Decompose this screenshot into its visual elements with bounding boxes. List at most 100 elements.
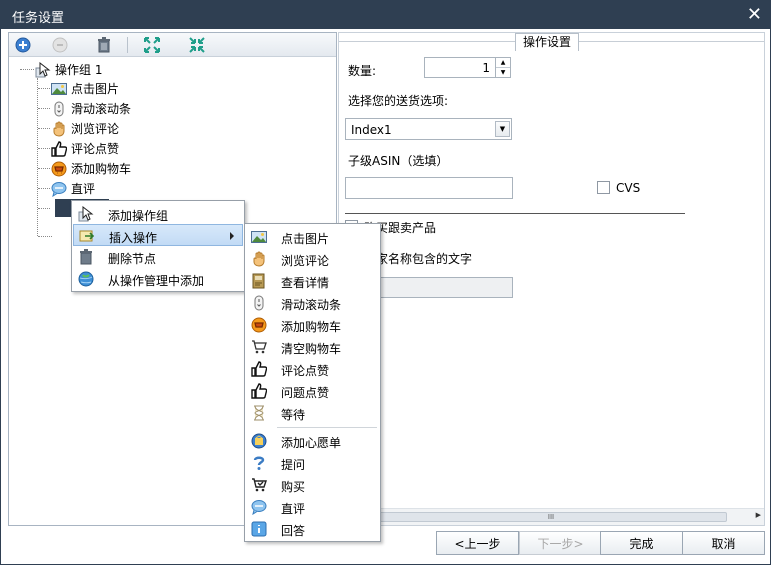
shipping-option-label: 选择您的送货选项: bbox=[348, 94, 449, 108]
quantity-value[interactable]: 1 bbox=[482, 61, 490, 75]
chat-bubble-icon bbox=[251, 499, 267, 515]
submenu-item-label: 清空购物车 bbox=[281, 342, 342, 356]
tree-node-click-image[interactable]: 点击图片 bbox=[51, 79, 119, 98]
child-asin-label: 子级ASIN（选填） bbox=[348, 154, 449, 168]
stepper-up-icon[interactable]: ▲ bbox=[496, 58, 510, 67]
menu-item-add-group[interactable]: 添加操作组 bbox=[73, 203, 243, 225]
submenu-item-direct-review[interactable]: 直评 bbox=[246, 496, 379, 518]
submenu-item-wait[interactable]: 等待 bbox=[246, 402, 379, 424]
submenu-item-view-details[interactable]: 查看详情 bbox=[246, 270, 379, 292]
toolbar-separator bbox=[127, 37, 128, 53]
globe-icon bbox=[78, 271, 94, 287]
scrollbar-thumb[interactable]: III bbox=[375, 512, 727, 522]
submenu-item-label: 点击图片 bbox=[281, 232, 330, 246]
menu-item-delete-node[interactable]: 删除节点 bbox=[73, 246, 243, 268]
child-asin-input[interactable] bbox=[345, 177, 513, 199]
settings-panel: 操作设置 数量: 1 ▲ ▼ 选择您的送货选项: Index1 ▼ 子级ASIN… bbox=[338, 32, 765, 526]
submenu-item-label: 直评 bbox=[281, 502, 306, 516]
tree-node-label: 操作组 1 bbox=[55, 63, 103, 77]
submenu-item-ask-question[interactable]: 提问 bbox=[246, 452, 379, 474]
task-settings-window: 任务设置 ✕ 操作组 1 点击图片 滑动滚动条 浏览评论 评论点赞 添加购物车 … bbox=[0, 0, 771, 565]
tree-connector bbox=[38, 188, 50, 189]
submenu-item-label: 滑动滚动条 bbox=[281, 298, 342, 312]
menu-item-label: 添加操作组 bbox=[108, 209, 169, 223]
insert-action-submenu: 点击图片 浏览评论 查看详情 滑动滚动条 添加购物车 清空购物车 评论点赞 问题… bbox=[244, 223, 381, 542]
tree-node-label: 评论点赞 bbox=[71, 142, 120, 156]
tree-connector bbox=[38, 148, 50, 149]
menu-item-label: 从操作管理中添加 bbox=[108, 274, 205, 288]
submenu-item-add-cart[interactable]: 添加购物车 bbox=[246, 314, 379, 336]
submenu-item-label: 添加购物车 bbox=[281, 320, 342, 334]
thumbs-up-icon bbox=[251, 383, 267, 399]
question-icon bbox=[251, 455, 267, 471]
submenu-item-answer[interactable]: 回答 bbox=[246, 518, 379, 540]
cart-add-icon bbox=[251, 317, 267, 333]
next-button[interactable]: 下一步> bbox=[519, 531, 602, 555]
answer-icon bbox=[251, 521, 267, 537]
submenu-item-add-wishlist[interactable]: 添加心愿单 bbox=[246, 430, 379, 452]
picture-icon bbox=[51, 81, 67, 97]
tree-context-menu: 添加操作组 插入操作 删除节点 从操作管理中添加 bbox=[71, 200, 245, 292]
menu-item-label: 插入操作 bbox=[109, 231, 158, 245]
tree-node-scroll[interactable]: 滑动滚动条 bbox=[51, 99, 131, 118]
submenu-item-click-image[interactable]: 点击图片 bbox=[246, 226, 379, 248]
hand-icon bbox=[51, 121, 67, 137]
submenu-item-scroll[interactable]: 滑动滚动条 bbox=[246, 292, 379, 314]
submenu-item-clear-cart[interactable]: 清空购物车 bbox=[246, 336, 379, 358]
close-icon[interactable]: ✕ bbox=[747, 4, 762, 25]
submenu-item-label: 查看详情 bbox=[281, 276, 330, 290]
disabled-action-icon[interactable] bbox=[51, 36, 69, 54]
insert-icon bbox=[79, 228, 95, 244]
menu-item-add-from-manager[interactable]: 从操作管理中添加 bbox=[73, 268, 243, 290]
chevron-down-icon[interactable]: ▼ bbox=[495, 121, 510, 137]
cart-buy-icon bbox=[251, 477, 267, 493]
collapse-icon[interactable] bbox=[188, 36, 206, 54]
tree-node-add-cart[interactable]: 添加购物车 bbox=[51, 159, 131, 178]
stepper-down-icon[interactable]: ▼ bbox=[496, 67, 510, 76]
horizontal-scrollbar[interactable]: ◀ III ▶ bbox=[339, 508, 764, 525]
submenu-separator bbox=[277, 427, 377, 428]
title-bar: 任务设置 ✕ bbox=[1, 1, 770, 29]
tree-node-label: 直评 bbox=[71, 182, 96, 196]
stepper-buttons: ▲ ▼ bbox=[495, 58, 510, 77]
submenu-item-label: 提问 bbox=[281, 458, 306, 472]
submenu-item-label: 回答 bbox=[281, 524, 306, 538]
submenu-item-label: 问题点赞 bbox=[281, 386, 330, 400]
finish-button[interactable]: 完成 bbox=[600, 531, 683, 555]
cursor-icon bbox=[78, 206, 94, 222]
trash-icon[interactable] bbox=[95, 36, 113, 54]
submenu-item-like-review[interactable]: 评论点赞 bbox=[246, 358, 379, 380]
expand-icon[interactable] bbox=[143, 36, 161, 54]
tree-connector bbox=[38, 168, 50, 169]
window-title: 任务设置 bbox=[12, 11, 65, 26]
tree-connector bbox=[38, 108, 50, 109]
cvs-checkbox[interactable] bbox=[597, 181, 610, 194]
submenu-item-browse-reviews[interactable]: 浏览评论 bbox=[246, 248, 379, 270]
shipping-option-value: Index1 bbox=[351, 123, 392, 137]
tree-node-browse-reviews[interactable]: 浏览评论 bbox=[51, 119, 119, 138]
scroll-right-icon[interactable]: ▶ bbox=[756, 511, 761, 519]
tree-node-group[interactable]: 操作组 1 bbox=[35, 60, 102, 79]
cancel-button[interactable]: 取消 bbox=[682, 531, 765, 555]
submenu-item-like-question[interactable]: 问题点赞 bbox=[246, 380, 379, 402]
submenu-item-label: 等待 bbox=[281, 408, 306, 422]
tree-node-like-review[interactable]: 评论点赞 bbox=[51, 139, 119, 158]
shipping-option-select[interactable]: Index1 ▼ bbox=[345, 118, 512, 140]
chat-bubble-icon bbox=[51, 181, 67, 197]
settings-group-title: 操作设置 bbox=[515, 33, 580, 51]
submenu-item-label: 评论点赞 bbox=[281, 364, 330, 378]
menu-item-insert-action[interactable]: 插入操作 bbox=[73, 224, 243, 246]
cvs-label: CVS bbox=[616, 181, 641, 195]
cart-empty-icon bbox=[251, 339, 267, 355]
cursor-icon bbox=[35, 61, 51, 78]
picture-icon bbox=[251, 229, 267, 245]
prev-button[interactable]: <上一步 bbox=[436, 531, 519, 555]
tree-node-label: 滑动滚动条 bbox=[71, 102, 132, 116]
footer-bar: <上一步 下一步> 完成 取消 bbox=[1, 527, 770, 564]
tree-node-direct-review[interactable]: 直评 bbox=[51, 179, 95, 198]
hand-icon bbox=[251, 251, 267, 267]
add-icon[interactable] bbox=[14, 36, 32, 54]
submenu-item-label: 浏览评论 bbox=[281, 254, 330, 268]
submenu-item-buy[interactable]: 购买 bbox=[246, 474, 379, 496]
quantity-stepper[interactable]: 1 ▲ ▼ bbox=[424, 57, 511, 78]
